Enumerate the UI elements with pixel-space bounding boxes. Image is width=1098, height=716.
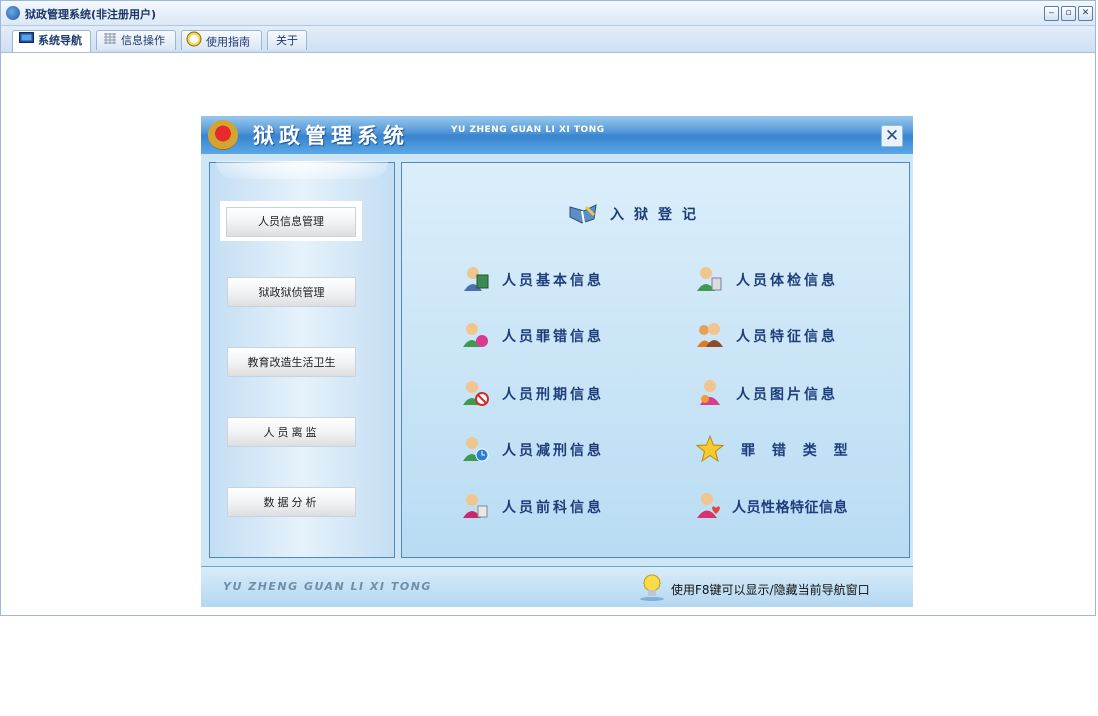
tab-user-guide[interactable]: 使用指南: [181, 30, 262, 50]
grid-icon: [103, 31, 117, 51]
tab-info-operation[interactable]: 信息操作: [96, 30, 176, 50]
menu-label: 人员信息管理: [226, 207, 356, 237]
menu-personnel-info[interactable]: 人员信息管理: [220, 201, 362, 241]
person-red-icon: [462, 492, 490, 520]
register-icon: [568, 204, 598, 228]
content-panel: 入狱登记 人员基本信息 人员罪错信息 人员刑期信息 人员减刑信息 人员前科信息 …: [401, 162, 910, 558]
tab-label: 信息操作: [121, 34, 165, 47]
tab-about[interactable]: 关于: [267, 30, 307, 50]
close-icon[interactable]: ✕: [881, 125, 903, 147]
person-book-icon: [462, 265, 490, 293]
tab-bar: 系统导航 信息操作 使用指南 关于: [1, 26, 1095, 53]
footer-tip: 使用F8键可以显示/隐藏当前导航窗口: [671, 583, 870, 597]
clock-icon: [186, 31, 202, 54]
person-pink2-icon: [696, 379, 724, 407]
star-icon: [695, 434, 725, 463]
section-title: 入狱登记: [568, 203, 696, 228]
menu-personnel-release[interactable]: 人员离监: [227, 417, 356, 447]
person-heart-icon: [696, 492, 724, 520]
monitor-icon: [19, 31, 34, 51]
nav-footer: YU ZHENG GUAN LI XI TONG 使用F8键可以显示/隐藏当前导…: [201, 566, 913, 607]
system-pinyin: YU ZHENG GUAN LI XI TONG: [451, 125, 605, 135]
tab-label: 系统导航: [38, 34, 82, 47]
window-title: 狱政管理系统(非注册用户): [25, 8, 157, 21]
bulb-icon: [639, 573, 665, 601]
tab-label: 使用指南: [206, 35, 250, 49]
menu-prison-management[interactable]: 狱政狱侦管理: [227, 277, 356, 307]
app-icon: [6, 6, 20, 20]
menu-data-analysis[interactable]: 数据分析: [227, 487, 356, 517]
footer-pinyin: YU ZHENG GUAN LI XI TONG: [223, 580, 432, 593]
person-orange-icon: [696, 321, 724, 349]
restore-button[interactable]: ▫: [1061, 6, 1076, 21]
close-window-button[interactable]: ✕: [1078, 6, 1093, 21]
tab-label: 关于: [276, 34, 298, 47]
menu-education-health[interactable]: 教育改造生活卫生: [227, 347, 356, 377]
person-check-icon: [696, 265, 724, 293]
title-bar: 狱政管理系统(非注册用户) ‒ ▫ ✕: [1, 1, 1095, 26]
system-title: 狱政管理系统: [253, 124, 409, 148]
left-menu: 人员信息管理 狱政狱侦管理 教育改造生活卫生 人员离监 数据分析: [209, 161, 395, 558]
person-clock-icon: [462, 435, 490, 463]
minimize-button[interactable]: ‒: [1044, 6, 1059, 21]
navigation-panel: 狱政管理系统 YU ZHENG GUAN LI XI TONG ✕ 人员信息管理…: [201, 116, 913, 607]
person-no-icon: [462, 379, 490, 407]
tab-system-navigation[interactable]: 系统导航: [12, 30, 91, 52]
nav-header: 狱政管理系统 YU ZHENG GUAN LI XI TONG ✕: [201, 116, 913, 154]
emblem-icon: [208, 120, 238, 150]
person-pink-icon: [462, 321, 490, 349]
